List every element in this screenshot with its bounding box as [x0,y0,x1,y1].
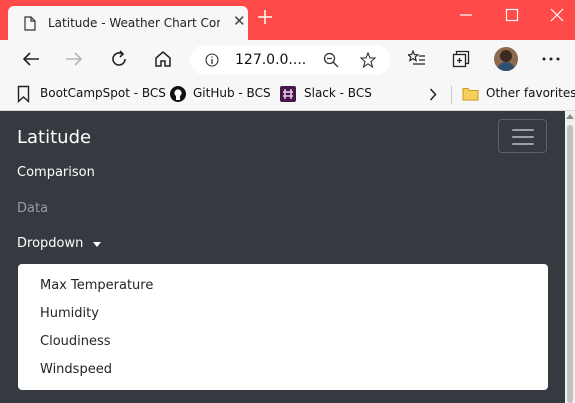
navbar-brand[interactable]: Latitude [17,127,91,148]
minimize-icon[interactable] [459,8,473,22]
favorite-star-icon[interactable] [360,52,376,68]
more-options-icon[interactable] [542,57,560,61]
menu-icon-bar [512,136,534,138]
bookmark-icon [17,85,30,103]
nav-link-comparison[interactable]: Comparison [17,165,95,180]
browser-tab[interactable]: Latitude - Weather Chart Comparison ✕ [8,6,248,40]
site-info-icon[interactable] [205,53,219,67]
tab-title: Latitude - Weather Chart Comparison [48,16,220,30]
dropdown-item-cloudiness[interactable]: Cloudiness [40,334,111,349]
browser-toolbar: 127.0.0.... [0,40,575,80]
dropdown-item-max-temperature[interactable]: Max Temperature [40,278,153,293]
page-viewport: Latitude Comparison Data Dropdown Max Te… [0,111,575,403]
dropdown-item-humidity[interactable]: Humidity [40,306,99,321]
collections-icon[interactable] [452,50,470,68]
menu-icon [512,129,534,131]
nav-link-data[interactable]: Data [17,201,48,216]
other-favorites[interactable]: Other favorites [486,86,575,100]
close-window-icon[interactable] [550,8,564,22]
refresh-icon[interactable] [110,50,128,68]
back-icon[interactable] [22,50,40,68]
close-tab-icon[interactable]: ✕ [233,14,246,29]
scrollbar[interactable] [565,111,575,403]
favorites-bar: BootCampSpot - BCS GitHub - BCS Slack - … [0,80,575,111]
favorites-list-icon[interactable] [408,50,426,68]
chevron-right-icon[interactable] [429,88,437,101]
caret-down-icon [93,242,101,247]
document-icon [24,16,36,31]
favorite-bootcampspot[interactable]: BootCampSpot - BCS [40,86,166,100]
slack-icon [280,86,296,102]
menu-icon-bar [512,143,534,145]
maximize-icon[interactable] [505,8,519,22]
profile-avatar[interactable] [494,47,518,71]
scroll-up-arrow-icon[interactable] [566,113,574,119]
dropdown-menu: Max Temperature Humidity Cloudiness Wind… [18,264,548,390]
dropdown-item-windspeed[interactable]: Windspeed [40,362,112,377]
folder-icon [462,88,479,101]
forward-icon[interactable] [65,50,83,68]
favorites-divider [451,86,452,104]
dropdown-toggle[interactable]: Dropdown [17,236,83,251]
new-tab-icon[interactable] [258,10,272,24]
zoom-icon[interactable] [323,52,339,68]
navbar-toggler[interactable] [498,119,547,153]
address-bar[interactable]: 127.0.0.... [190,45,390,75]
navbar: Latitude Comparison Data Dropdown Max Te… [0,111,565,403]
github-icon [170,86,186,102]
scrollbar-thumb[interactable] [567,125,573,403]
favorite-github[interactable]: GitHub - BCS [193,86,271,100]
browser-title-bar: Latitude - Weather Chart Comparison ✕ [0,0,575,40]
home-icon[interactable] [154,50,172,68]
address-text: 127.0.0.... [235,52,307,68]
favorite-slack[interactable]: Slack - BCS [304,86,372,100]
